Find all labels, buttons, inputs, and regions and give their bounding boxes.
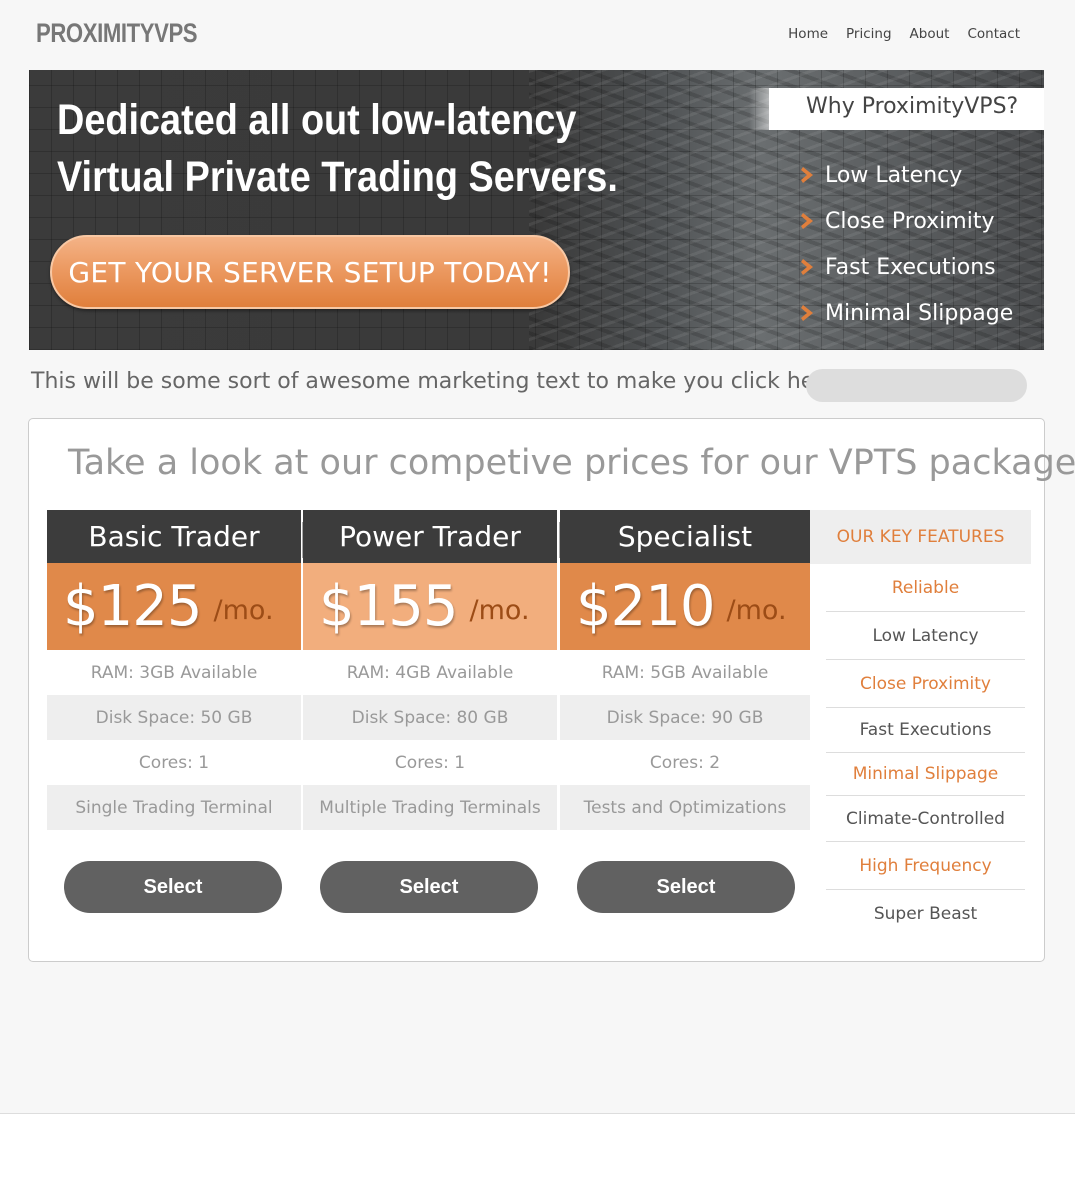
spec-extra: Tests and Optimizations	[560, 785, 810, 830]
spec-ram: RAM: 3GB Available	[90, 662, 258, 683]
chevron-right-icon	[801, 167, 813, 183]
price-amount: $125	[63, 574, 203, 639]
feature-item: Low Latency	[826, 612, 1025, 660]
why-item-label: Low Latency	[825, 162, 963, 188]
nav-pricing[interactable]: Pricing	[846, 26, 892, 42]
feature-item: Super Beast	[873, 904, 978, 924]
nav-home[interactable]: Home	[788, 26, 828, 42]
select-basic-trader-button[interactable]: Select	[64, 861, 282, 913]
nav-about[interactable]: About	[910, 26, 950, 42]
get-server-button[interactable]: GET YOUR SERVER SETUP TODAY!	[50, 235, 570, 309]
why-list: Low Latency Close Proximity Fast Executi…	[801, 152, 1013, 336]
spec-disk: Disk Space: 50 GB	[47, 695, 301, 740]
chevron-right-icon	[801, 259, 813, 275]
plan-name: Basic Trader	[47, 510, 301, 563]
why-item: Low Latency	[801, 152, 1013, 198]
feature-item: High Frequency	[826, 842, 1025, 890]
feature-item: Reliable	[826, 564, 1025, 612]
plan-power-trader: Power Trader $155 /mo. RAM: 4GB Availabl…	[303, 510, 557, 830]
plan-price: $155 /mo.	[303, 563, 557, 650]
pricing-title: Take a look at our competive prices for …	[68, 443, 1075, 483]
pricing-panel: Take a look at our competive prices for …	[28, 418, 1075, 962]
plan-specialist: Specialist $210 /mo. RAM: 5GB Available …	[560, 510, 810, 830]
spec-disk: Disk Space: 90 GB	[560, 695, 810, 740]
why-item: Fast Executions	[801, 244, 1013, 290]
spec-cores: Cores: 1	[138, 752, 210, 773]
marketing-button[interactable]	[806, 369, 1027, 402]
why-item-label: Minimal Slippage	[825, 300, 1014, 326]
why-item: Minimal Slippage	[801, 290, 1013, 336]
nav-contact[interactable]: Contact	[967, 26, 1020, 42]
features-list: Reliable Low Latency Close Proximity Fas…	[826, 564, 1025, 938]
hero-title-line-1: Dedicated all out low-latency	[57, 96, 577, 144]
feature-item: Fast Executions	[826, 708, 1025, 753]
plan-price: $125 /mo.	[47, 563, 301, 650]
price-period: /mo.	[213, 595, 274, 626]
spec-ram: RAM: 4GB Available	[346, 662, 514, 683]
key-features: OUR KEY FEATURES Reliable Low Latency Cl…	[810, 510, 1031, 938]
price-period: /mo.	[469, 595, 530, 626]
chevron-right-icon	[801, 305, 813, 321]
price-amount: $210	[576, 574, 716, 639]
plan-name: Specialist	[560, 510, 810, 563]
select-specialist-button[interactable]: Select	[577, 861, 795, 913]
feature-item: Minimal Slippage	[826, 753, 1025, 796]
spec-cores: Cores: 2	[649, 752, 721, 773]
why-item-label: Fast Executions	[825, 254, 996, 280]
price-amount: $155	[319, 574, 459, 639]
spec-cores: Cores: 1	[394, 752, 466, 773]
footer	[0, 1113, 1075, 1200]
feature-item: Close Proximity	[826, 660, 1025, 708]
plan-name: Power Trader	[303, 510, 557, 563]
plan-basic-trader: Basic Trader $125 /mo. RAM: 3GB Availabl…	[47, 510, 301, 830]
marketing-text[interactable]: This will be some sort of awesome market…	[31, 369, 836, 394]
plan-price: $210 /mo.	[560, 563, 810, 650]
why-title: Why ProximityVPS?	[806, 94, 1019, 119]
select-power-trader-button[interactable]: Select	[320, 861, 538, 913]
spec-extra: Single Trading Terminal	[47, 785, 301, 830]
hero-banner: Dedicated all out low-latency Virtual Pr…	[29, 70, 1044, 350]
why-item-label: Close Proximity	[825, 208, 995, 234]
key-features-title: OUR KEY FEATURES	[810, 510, 1031, 564]
spec-extra: Multiple Trading Terminals	[303, 785, 557, 830]
logo[interactable]: PROXIMITYVPS	[36, 18, 198, 49]
feature-item: Climate-Controlled	[826, 796, 1025, 842]
hero-title-line-2: Virtual Private Trading Servers.	[57, 153, 618, 201]
spec-ram: RAM: 5GB Available	[601, 662, 769, 683]
hero-title: Dedicated all out low-latency Virtual Pr…	[57, 92, 618, 206]
price-period: /mo.	[726, 595, 787, 626]
spec-disk: Disk Space: 80 GB	[303, 695, 557, 740]
why-item: Close Proximity	[801, 198, 1013, 244]
main-nav: Home Pricing About Contact	[788, 26, 1020, 42]
chevron-right-icon	[801, 213, 813, 229]
